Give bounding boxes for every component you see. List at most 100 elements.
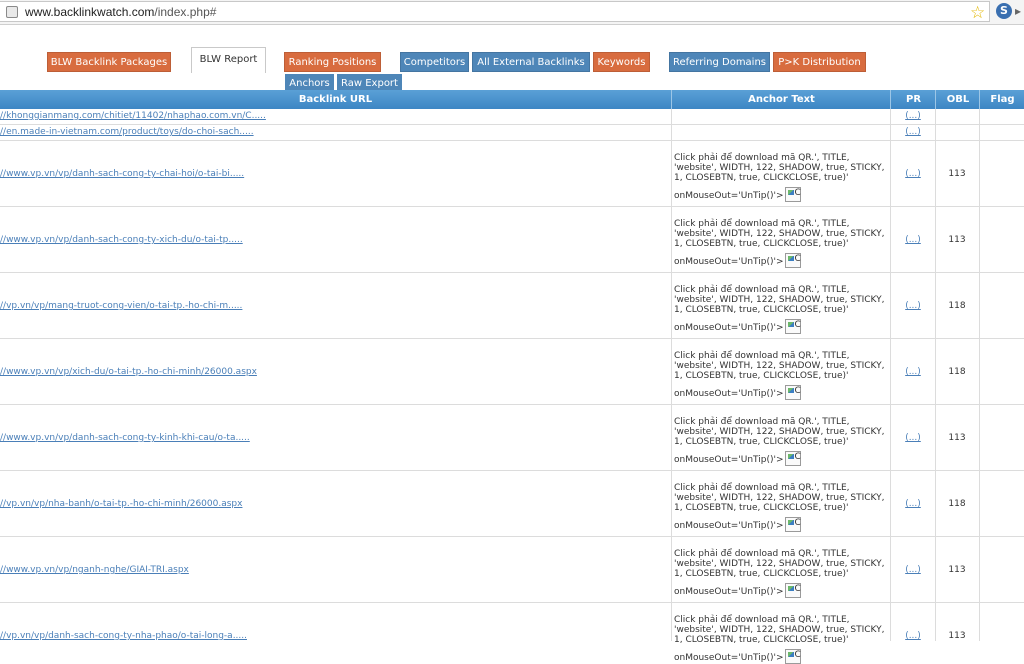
obl-value: 118 [948, 499, 966, 509]
table-row: //vp.vn/vp/mang-truot-cong-vien/o-tai-tp… [0, 273, 1024, 339]
backlink-url-link[interactable]: //www.vp.vn/vp/danh-sach-cong-ty-xich-du… [0, 235, 243, 245]
anchor-tip: onMouseOut='UnTip()'> C [674, 385, 888, 400]
obl-value: 113 [948, 433, 966, 443]
anchor-text-value: Click phải để download mã QR.', TITLE, '… [674, 417, 885, 447]
backlink-url-link[interactable]: //vp.vn/vp/nha-banh/o-tai-tp.-ho-chi-min… [0, 499, 242, 509]
tab-keywords[interactable]: Keywords [593, 52, 650, 72]
anchor-tip: onMouseOut='UnTip()'> C [674, 583, 888, 598]
table-row: //en.made-in-vietnam.com/product/toys/do… [0, 125, 1024, 141]
broken-image-icon[interactable]: C [784, 517, 801, 532]
anchor-tip-text: onMouseOut='UnTip()'> [674, 323, 784, 333]
pr-link[interactable]: (...) [891, 565, 935, 575]
backlink-url-link[interactable]: //en.made-in-vietnam.com/product/toys/do… [0, 127, 254, 137]
backlink-url-link[interactable]: //www.vp.vn/vp/xich-du/o-tai-tp.-ho-chi-… [0, 367, 257, 377]
anchor-text: Click phải để download mã QR.', TITLE, '… [674, 417, 888, 466]
anchor-text-value: Click phải để download mã QR.', TITLE, '… [674, 285, 885, 315]
menu-icon[interactable]: ▸ [1015, 4, 1024, 18]
tab-pk-distribution[interactable]: P>K Distribution [773, 52, 866, 72]
anchor-text: Click phải để download mã QR.', TITLE, '… [674, 483, 888, 532]
obl-value: 113 [948, 169, 966, 179]
anchor-text-value: Click phải để download mã QR.', TITLE, '… [674, 219, 885, 249]
anchor-tip-text: onMouseOut='UnTip()'> [674, 521, 784, 531]
pr-link[interactable]: (...) [891, 433, 935, 443]
pr-link[interactable]: (...) [891, 235, 935, 245]
anchor-tip: onMouseOut='UnTip()'> C [674, 253, 888, 268]
backlink-url-link[interactable]: //www.vp.vn/vp/danh-sach-cong-ty-kinh-kh… [0, 433, 250, 443]
address-text[interactable]: www.backlinkwatch.com/index.php# [25, 5, 216, 19]
globe-icon [6, 6, 18, 18]
header-pr: PR [890, 90, 936, 109]
anchor-tip: onMouseOut='UnTip()'> C [674, 649, 888, 664]
anchor-tip-text: onMouseOut='UnTip()'> [674, 191, 784, 201]
table-row: //vp.vn/vp/danh-sach-cong-ty-nha-phao/o-… [0, 603, 1024, 664]
anchor-text: Click phải để download mã QR.', TITLE, '… [674, 285, 888, 334]
broken-image-icon[interactable]: C [784, 319, 801, 334]
pr-link[interactable]: (...) [891, 499, 935, 509]
header-backlink-url: Backlink URL [298, 94, 373, 105]
header-anchor-text: Anchor Text [671, 90, 891, 109]
broken-image-icon[interactable]: C [784, 253, 801, 268]
backlink-url-link[interactable]: //vp.vn/vp/danh-sach-cong-ty-nha-phao/o-… [0, 631, 247, 641]
anchor-text-value: Click phải để download mã QR.', TITLE, '… [674, 153, 885, 183]
table-row: //www.vp.vn/vp/nganh-nghe/GIAI-TRI.aspx … [0, 537, 1024, 603]
tab-blw-backlink-packages[interactable]: BLW Backlink Packages [47, 52, 171, 72]
table-row: //vp.vn/vp/nha-banh/o-tai-tp.-ho-chi-min… [0, 471, 1024, 537]
obl-value: 113 [948, 631, 966, 641]
tab-blw-report[interactable]: BLW Report [191, 47, 266, 73]
anchor-text: Click phải để download mã QR.', TITLE, '… [674, 219, 888, 268]
backlink-url-link[interactable]: //www.vp.vn/vp/danh-sach-cong-ty-chai-ho… [0, 169, 244, 179]
anchor-text: Click phải để download mã QR.', TITLE, '… [674, 549, 888, 598]
broken-image-icon[interactable]: C [784, 187, 801, 202]
anchor-text-value: Click phải để download mã QR.', TITLE, '… [674, 549, 885, 579]
broken-image-icon[interactable]: C [784, 451, 801, 466]
tab-ranking-positions[interactable]: Ranking Positions [284, 52, 381, 72]
browser-toolbar: www.backlinkwatch.com/index.php# ☆ S ▸ [0, 0, 1024, 25]
tab-referring-domains[interactable]: Referring Domains [669, 52, 770, 72]
anchor-tip-text: onMouseOut='UnTip()'> [674, 455, 784, 465]
pr-link[interactable]: (...) [891, 367, 935, 377]
header-flag: Flag [979, 90, 1024, 109]
pr-link[interactable]: (...) [891, 127, 935, 137]
table-header: Backlink URL Anchor Text PR OBL Flag [0, 90, 1024, 109]
anchor-tip: onMouseOut='UnTip()'> C [674, 517, 888, 532]
address-bar[interactable]: www.backlinkwatch.com/index.php# ☆ [0, 1, 990, 23]
anchor-tip: onMouseOut='UnTip()'> C [674, 187, 888, 202]
table-row: //www.vp.vn/vp/danh-sach-cong-ty-kinh-kh… [0, 405, 1024, 471]
extension-icon[interactable]: S [996, 3, 1012, 19]
backlink-url-link[interactable]: //www.vp.vn/vp/nganh-nghe/GIAI-TRI.aspx [0, 565, 189, 575]
pr-link[interactable]: (...) [891, 631, 935, 641]
table-row: //www.vp.vn/vp/danh-sach-cong-ty-chai-ho… [0, 141, 1024, 207]
broken-image-icon[interactable]: C [784, 385, 801, 400]
anchor-tip-text: onMouseOut='UnTip()'> [674, 389, 784, 399]
url-path: /index.php# [154, 5, 217, 19]
pr-link[interactable]: (...) [891, 301, 935, 311]
anchor-text-value: Click phải để download mã QR.', TITLE, '… [674, 483, 885, 513]
pr-link[interactable]: (...) [891, 111, 935, 121]
broken-image-icon[interactable]: C [784, 583, 801, 598]
anchor-tip-text: onMouseOut='UnTip()'> [674, 653, 784, 663]
star-icon[interactable]: ☆ [970, 3, 985, 23]
anchor-tip: onMouseOut='UnTip()'> C [674, 319, 888, 334]
broken-image-icon[interactable]: C [784, 649, 801, 664]
obl-value: 118 [948, 301, 966, 311]
header-obl: OBL [935, 90, 980, 109]
tab-competitors[interactable]: Competitors [400, 52, 469, 72]
pr-link[interactable]: (...) [891, 169, 935, 179]
table-row: //www.vp.vn/vp/xich-du/o-tai-tp.-ho-chi-… [0, 339, 1024, 405]
anchor-tip-text: onMouseOut='UnTip()'> [674, 587, 784, 597]
anchor-tip-text: onMouseOut='UnTip()'> [674, 257, 784, 267]
backlink-url-link[interactable]: //khonggianmang.com/chitiet/11402/nhapha… [0, 111, 266, 121]
url-domain: www.backlinkwatch.com [25, 5, 155, 19]
anchor-tip: onMouseOut='UnTip()'> C [674, 451, 888, 466]
obl-value: 113 [948, 565, 966, 575]
anchor-text-value: Click phải để download mã QR.', TITLE, '… [674, 351, 885, 381]
anchor-text: Click phải để download mã QR.', TITLE, '… [674, 153, 888, 202]
table-row: //khonggianmang.com/chitiet/11402/nhapha… [0, 109, 1024, 125]
anchor-text: Click phải để download mã QR.', TITLE, '… [674, 615, 888, 664]
anchor-text: Click phải để download mã QR.', TITLE, '… [674, 351, 888, 400]
tab-all-external-backlinks[interactable]: All External Backlinks [472, 52, 590, 72]
backlink-url-link[interactable]: //vp.vn/vp/mang-truot-cong-vien/o-tai-tp… [0, 301, 242, 311]
obl-value: 118 [948, 367, 966, 377]
table-row: //www.vp.vn/vp/danh-sach-cong-ty-xich-du… [0, 207, 1024, 273]
obl-value: 113 [948, 235, 966, 245]
